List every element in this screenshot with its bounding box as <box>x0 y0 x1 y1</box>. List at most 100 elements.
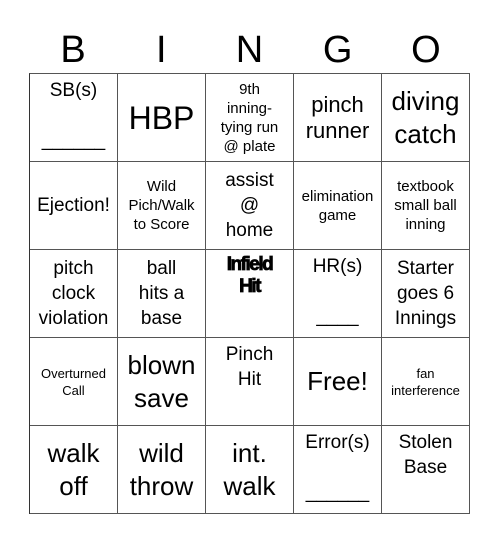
bingo-cell[interactable]: walk off <box>30 426 118 514</box>
bingo-cell-label: Stolen Base <box>399 430 453 480</box>
cell-text-line: Infield <box>226 254 274 276</box>
bingo-cell[interactable]: assist @ home <box>206 162 294 250</box>
bingo-cell[interactable]: SB(s) ______ <box>30 74 118 162</box>
cell-text-line: ____ <box>316 306 359 327</box>
cell-text-line: Overturned <box>40 365 107 381</box>
cell-text-line: Hit <box>237 369 262 390</box>
cell-text-line: fan <box>416 365 435 381</box>
cell-text-line: to Score <box>133 216 190 233</box>
cell-text-line: HBP <box>128 99 195 136</box>
bingo-cell-label: Infield Hit <box>226 254 274 298</box>
bingo-cell-label: Overturned Call <box>41 365 106 399</box>
bingo-cell[interactable]: elimination game <box>294 162 382 250</box>
cell-text-line: pitch <box>53 258 94 279</box>
bingo-cell[interactable]: textbook small ball inning <box>382 162 470 250</box>
bingo-cell-label: elimination game <box>302 187 374 225</box>
cell-text-line: throw <box>129 470 194 501</box>
bingo-cell[interactable]: pinch runner <box>294 74 382 162</box>
cell-text-line: small ball <box>394 197 457 214</box>
cell-text-line: Call <box>62 382 85 398</box>
cell-text-line: HR(s) <box>312 256 363 277</box>
bingo-cell[interactable]: diving catch <box>382 74 470 162</box>
bingo-cell[interactable]: Ejection! <box>30 162 118 250</box>
cell-text-line: assist <box>225 170 274 191</box>
cell-text-line: diving <box>391 85 460 116</box>
bingo-cell[interactable]: blown save <box>118 338 206 426</box>
cell-text-line: Starter <box>396 258 455 279</box>
bingo-cell[interactable]: HR(s) ____ <box>294 250 382 338</box>
bingo-cell-label: fan interference <box>391 365 460 399</box>
cell-text-line: @ <box>239 195 260 216</box>
bingo-cell[interactable]: Pinch Hit <box>206 338 294 426</box>
bingo-cell[interactable]: Stolen Base <box>382 426 470 514</box>
cell-text-line: Ejection! <box>37 195 110 216</box>
cell-text-line: Pich/Walk <box>128 197 195 214</box>
header-letter-o: O <box>411 29 441 71</box>
bingo-cell-label: Pinch Hit <box>226 342 274 392</box>
cell-text-line: ball <box>146 258 177 279</box>
bingo-cell[interactable]: 9th inning-tying run @ plate <box>206 74 294 162</box>
cell-text-line: 9th <box>239 80 260 98</box>
cell-text-line: Error(s) <box>305 432 370 453</box>
cell-text-line: off <box>59 470 88 501</box>
bingo-cell-label: Free! <box>307 365 368 398</box>
cell-text-line: textbook <box>397 178 454 195</box>
cell-text-line: SB(s) <box>49 80 98 101</box>
bingo-cell-label: HBP <box>129 99 195 137</box>
header-letter-g: G <box>322 29 353 71</box>
bingo-cell[interactable]: fan interference <box>382 338 470 426</box>
cell-text-line: game <box>318 206 357 224</box>
cell-text-line <box>42 103 105 128</box>
cell-text-line: tying run <box>220 118 279 136</box>
header-letter-i: I <box>156 29 167 71</box>
cell-text-line: pinch <box>311 91 364 117</box>
cell-text-line: hits a <box>138 283 185 304</box>
bingo-cell-label: Error(s) ______ <box>305 430 369 505</box>
cell-text-line: Pinch <box>225 344 274 365</box>
bingo-grid: SB(s) ______ HBP 9th inning-tying run @ plat… <box>29 73 470 514</box>
bingo-cell[interactable]: Error(s) ______ <box>294 426 382 514</box>
header-letter-n: N <box>235 29 264 71</box>
cell-text-line: Stolen <box>398 432 453 453</box>
cell-text-line: violation <box>38 308 109 329</box>
cell-text-line: goes 6 <box>396 283 455 304</box>
bingo-cell-label: pinch runner <box>306 92 370 144</box>
cell-text-line: catch <box>394 118 457 149</box>
cell-text-line: base <box>140 308 183 329</box>
bingo-cell-label: walk off <box>47 437 99 503</box>
bingo-cell[interactable]: Overturned Call <box>30 338 118 426</box>
cell-text-line: ______ <box>41 130 106 151</box>
bingo-cell-label: Ejection! <box>37 193 110 218</box>
bingo-cell[interactable]: ball hits a base <box>118 250 206 338</box>
cell-text-line: Base <box>403 457 448 478</box>
cell-text-line: blown <box>127 349 196 380</box>
bingo-cell[interactable]: HBP <box>118 74 206 162</box>
bingo-cell[interactable]: wild throw <box>118 426 206 514</box>
cell-text-line: ______ <box>305 482 370 503</box>
bingo-cell-label: textbook small ball inning <box>394 177 457 234</box>
bingo-cell-label: 9th inning-tying run @ plate <box>221 80 279 156</box>
bingo-cell-label: Wild Pich/Walk to Score <box>128 177 194 234</box>
cell-text-line: int. <box>232 437 267 468</box>
cell-text-line: inning- <box>226 99 272 117</box>
bingo-cell-label: pitch clock violation <box>39 256 109 331</box>
cell-text-line <box>305 455 369 480</box>
cell-text-line: walk <box>47 437 100 468</box>
bingo-cell[interactable]: Infield Hit <box>206 250 294 338</box>
cell-text-line: wild <box>139 437 184 468</box>
bingo-cell[interactable]: pitch clock violation <box>30 250 118 338</box>
bingo-cell[interactable]: Free! <box>294 338 382 426</box>
bingo-cell-label: ball hits a base <box>139 256 184 331</box>
cell-text-line: runner <box>305 117 370 143</box>
bingo-header: B I N G O <box>29 28 470 73</box>
bingo-cell-label: int. walk <box>223 437 275 503</box>
bingo-cell[interactable]: int. walk <box>206 426 294 514</box>
cell-text-line: Free! <box>307 366 368 396</box>
cell-text-line: clock <box>51 283 96 304</box>
bingo-cell[interactable]: Wild Pich/Walk to Score <box>118 162 206 250</box>
cell-text-line: walk <box>223 470 276 501</box>
bingo-cell-label: wild throw <box>130 437 194 503</box>
cell-text-line: elimination <box>301 187 374 205</box>
bingo-cell[interactable]: Starter goes 6 Innings <box>382 250 470 338</box>
cell-text-line: save <box>134 382 189 413</box>
